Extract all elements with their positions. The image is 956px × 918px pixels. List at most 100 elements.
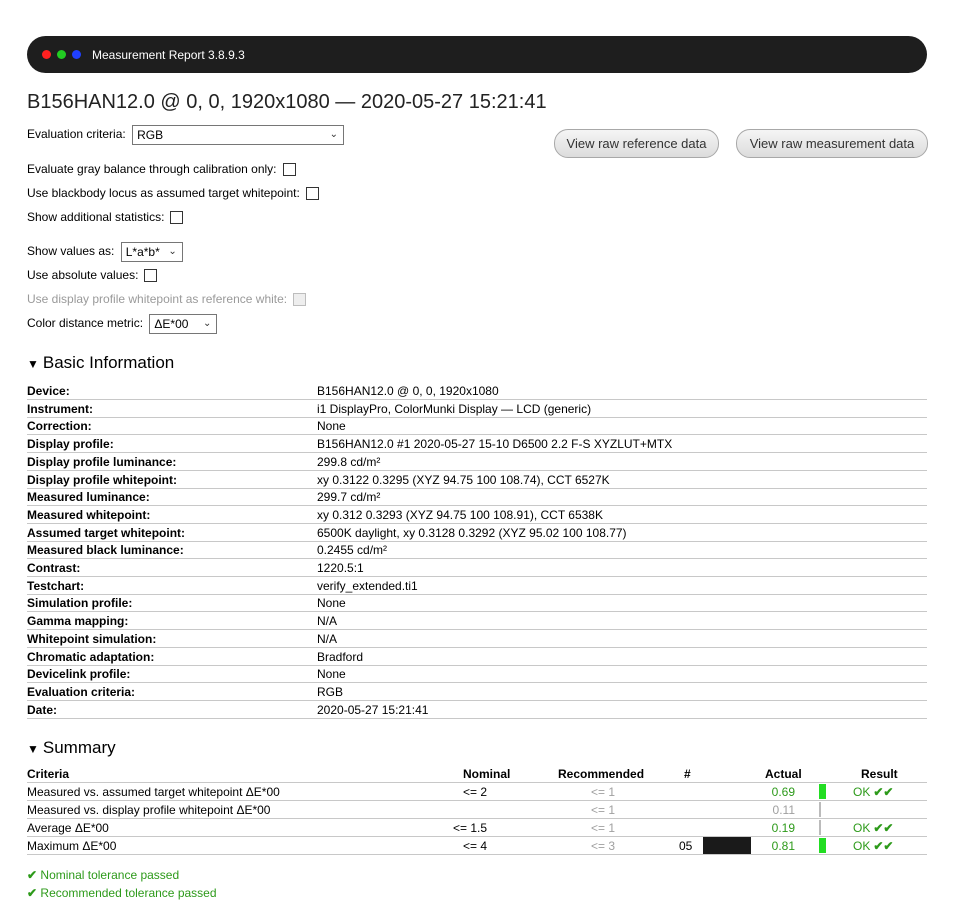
gray-balance-checkbox[interactable]: [282, 163, 296, 177]
double-checkmark-icon: ✔✔: [873, 839, 894, 853]
triangle-down-icon: ▼: [27, 742, 39, 756]
absolute-values-checkbox[interactable]: [144, 269, 158, 283]
info-key: Measured black luminance:: [27, 543, 184, 558]
info-row: Whitepoint simulation: N/A: [27, 630, 927, 648]
info-row: Correction: None: [27, 417, 927, 436]
red-dot-icon[interactable]: [42, 50, 51, 59]
blackbody-row: Use blackbody locus as assumed target wh…: [27, 186, 319, 201]
info-row: Simulation profile: None: [27, 594, 927, 613]
summary-header-row: Criteria Nominal Recommended # Actual Re…: [27, 766, 927, 783]
summary-heading[interactable]: ▼ Summary: [27, 738, 116, 758]
additional-stats-checkbox[interactable]: [170, 211, 184, 225]
recommended-pass-text: Recommended tolerance passed: [40, 886, 217, 900]
additional-stats-row: Show additional statistics:: [27, 210, 184, 225]
info-value: RGB: [317, 684, 344, 699]
blackbody-label: Use blackbody locus as assumed target wh…: [27, 186, 300, 200]
info-value: xy 0.312 0.3293 (XYZ 94.75 100 108.91), …: [317, 507, 603, 522]
info-value: None: [317, 596, 346, 611]
result-bar: [819, 820, 821, 835]
double-checkmark-icon: ✔✔: [873, 785, 894, 799]
summary-row: Maximum ΔE*00 <= 4 <= 3 05 0.81 OK ✔✔: [27, 837, 927, 855]
view-raw-measurement-button[interactable]: View raw measurement data: [736, 129, 928, 158]
absolute-values-label: Use absolute values:: [27, 268, 139, 282]
info-value: verify_extended.ti1: [317, 578, 418, 593]
color-distance-value: ΔE*00: [154, 317, 189, 331]
info-key: Instrument:: [27, 401, 93, 416]
green-dot-icon[interactable]: [57, 50, 66, 59]
basic-info-heading[interactable]: ▼ Basic Information: [27, 353, 174, 373]
recommended-pass-message: ✔ Recommended tolerance passed: [27, 886, 217, 900]
info-row: Evaluation criteria: RGB: [27, 683, 927, 701]
info-value: 299.7 cd/m²: [317, 490, 381, 505]
result-cell: OK ✔✔: [853, 785, 893, 799]
result-text: OK: [853, 821, 871, 835]
info-value: B156HAN12.0 @ 0, 0, 1920x1080: [317, 384, 499, 398]
blue-dot-icon[interactable]: [72, 50, 81, 59]
info-value: None: [317, 667, 346, 682]
actual-cell: 0.69: [771, 785, 795, 799]
info-row: Date: 2020-05-27 15:21:41: [27, 701, 927, 719]
evaluation-criteria-select[interactable]: RGB ⌄: [132, 125, 345, 145]
nominal-header: Nominal: [463, 767, 511, 781]
gray-balance-row: Evaluate gray balance through calibratio…: [27, 162, 296, 177]
summary-row: Average ΔE*00 <= 1.5 <= 1 0.19 OK ✔✔: [27, 819, 927, 837]
info-value: N/A: [317, 614, 338, 629]
info-value: 6500K daylight, xy 0.3128 0.3292 (XYZ 95…: [317, 525, 627, 540]
result-cell: OK ✔✔: [853, 821, 893, 835]
checkmark-icon: ✔: [27, 868, 38, 882]
summary-row: Measured vs. assumed target whitepoint Δ…: [27, 783, 927, 801]
result-header: Result: [861, 767, 898, 781]
summary-title: Summary: [42, 738, 116, 757]
info-row: Display profile whitepoint: xy 0.3122 0.3…: [27, 471, 927, 489]
info-key: Simulation profile:: [27, 596, 133, 611]
info-value: 0.2455 cd/m²: [317, 543, 388, 558]
show-values-label: Show values as:: [27, 244, 115, 259]
window-title: Measurement Report 3.8.9.3: [92, 48, 245, 62]
chevron-down-icon: ⌄: [168, 246, 177, 257]
info-key: Evaluation criteria:: [27, 684, 136, 699]
evaluation-criteria-label: Evaluation criteria:: [27, 127, 126, 142]
actual-cell: 0.19: [771, 821, 795, 835]
absolute-values-row: Use absolute values:: [27, 268, 158, 283]
info-row: Instrument: i1 DisplayPro, ColorMunki Dis…: [27, 400, 927, 418]
info-key: Testchart:: [27, 578, 85, 593]
info-key: Measured whitepoint:: [27, 507, 151, 522]
show-values-select[interactable]: L*a*b* ⌄: [120, 242, 183, 262]
info-value: 2020-05-27 15:21:41: [317, 702, 429, 717]
info-value: N/A: [317, 631, 338, 646]
info-key: Assumed target whitepoint:: [27, 525, 186, 540]
info-row: Testchart: verify_extended.ti1: [27, 577, 927, 595]
info-key: Gamma mapping:: [27, 614, 129, 629]
evaluation-criteria-row: Evaluation criteria: RGB ⌄: [27, 125, 345, 145]
gray-balance-label: Evaluate gray balance through calibratio…: [27, 162, 277, 176]
additional-stats-label: Show additional statistics:: [27, 210, 165, 224]
color-distance-select[interactable]: ΔE*00 ⌄: [149, 314, 218, 334]
info-key: Devicelink profile:: [27, 667, 131, 682]
nominal-pass-text: Nominal tolerance passed: [40, 868, 180, 882]
info-row: Contrast: 1220.5:1: [27, 559, 927, 577]
info-value: Bradford: [317, 649, 364, 664]
info-row: Measured luminance: 299.7 cd/m²: [27, 488, 927, 507]
info-row: Chromatic adaptation: Bradford: [27, 648, 927, 666]
color-distance-row: Color distance metric: ΔE*00 ⌄: [27, 314, 218, 334]
show-values-value: L*a*b*: [125, 245, 160, 259]
triangle-down-icon: ▼: [27, 357, 39, 371]
chevron-down-icon: ⌄: [203, 318, 212, 329]
view-raw-reference-button[interactable]: View raw reference data: [554, 129, 719, 158]
basic-info-title: Basic Information: [42, 353, 175, 372]
actual-cell: 0.81: [771, 839, 795, 853]
display-profile-wp-checkbox: [293, 293, 307, 307]
info-row: Gamma mapping: N/A: [27, 612, 927, 631]
info-value: 299.8 cd/m²: [317, 454, 381, 469]
blackbody-checkbox[interactable]: [305, 187, 319, 201]
checkmark-icon: ✔: [27, 886, 38, 900]
show-values-row: Show values as: L*a*b* ⌄: [27, 242, 183, 262]
info-value: B156HAN12.0 #1 2020-05-27 15-10 D6500 2.…: [317, 437, 673, 452]
nominal-pass-message: ✔ Nominal tolerance passed: [27, 868, 179, 882]
info-key: Display profile:: [27, 437, 114, 452]
info-row: Display profile: B156HAN12.0 #1 2020-05-2…: [27, 435, 927, 454]
info-value: 1220.5:1: [317, 561, 364, 575]
info-row: Measured black luminance: 0.2455 cd/m²: [27, 541, 927, 560]
result-bar: [819, 784, 826, 799]
evaluation-criteria-value: RGB: [137, 128, 164, 142]
